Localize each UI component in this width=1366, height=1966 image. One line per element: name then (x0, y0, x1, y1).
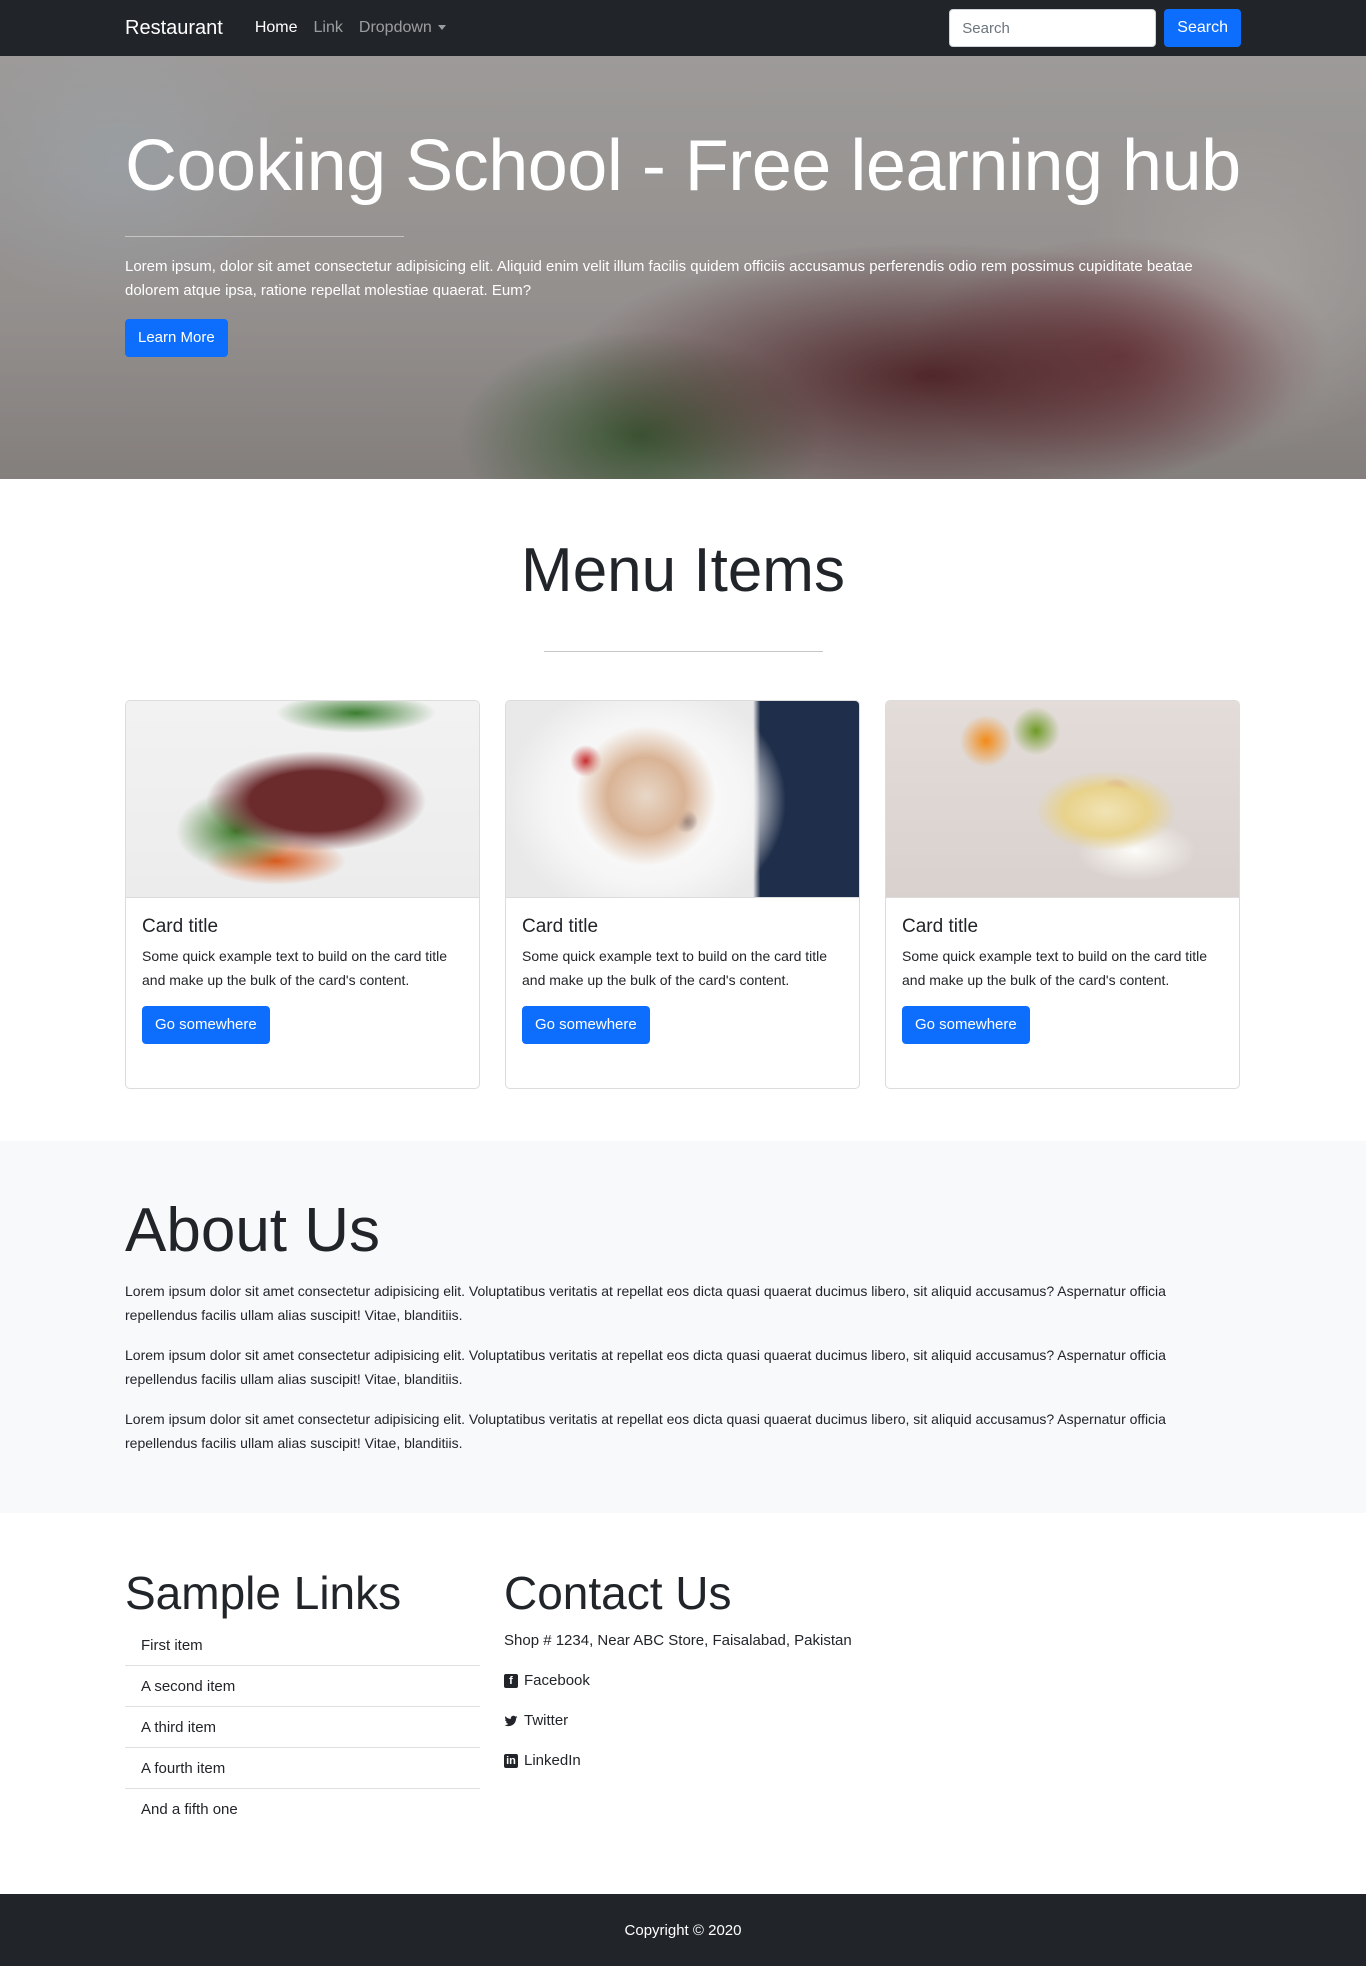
menu-card: Card title Some quick example text to bu… (885, 700, 1240, 1089)
chevron-down-icon (437, 25, 446, 31)
list-item[interactable]: A second item (125, 1666, 480, 1707)
nav-links: Home Link Dropdown (247, 19, 454, 37)
card-text: Some quick example text to build on the … (142, 948, 448, 988)
links-contact-section: Sample Links First item A second item A … (0, 1513, 1366, 1894)
facebook-link[interactable]: f Facebook (504, 1669, 859, 1693)
about-paragraph: Lorem ipsum dolor sit amet consectetur a… (125, 1411, 1166, 1451)
copyright-text: Copyright © 2020 (624, 1921, 742, 1939)
sample-links: Sample Links First item A second item A … (125, 1565, 480, 1830)
list-item[interactable]: A fourth item (125, 1748, 480, 1789)
menu-section: Menu Items Card title Some quick example… (0, 479, 1366, 1141)
go-somewhere-button[interactable]: Go somewhere (902, 1006, 1030, 1044)
nav-dropdown-label: Dropdown (358, 19, 432, 36)
nav-dropdown[interactable]: Dropdown (351, 19, 454, 37)
card-image-pancakes (506, 701, 859, 898)
card-title: Card title (142, 916, 219, 937)
card-body: Card title Some quick example text to bu… (886, 898, 1239, 1060)
twitter-link[interactable]: Twitter (504, 1709, 859, 1733)
card-body: Card title Some quick example text to bu… (506, 898, 859, 1060)
card-text: Some quick example text to build on the … (902, 948, 1208, 988)
go-somewhere-button[interactable]: Go somewhere (142, 1006, 270, 1044)
linkedin-icon: in (504, 1754, 518, 1768)
social-links: f Facebook Twitter in LinkedIn (504, 1669, 859, 1773)
hero-title: Cooking School - Free learning hub (125, 126, 1241, 206)
hero-divider (125, 236, 404, 237)
about-paragraph: Lorem ipsum dolor sit amet consectetur a… (125, 1347, 1166, 1387)
about-heading: About Us (125, 1196, 381, 1265)
twitter-icon (504, 1715, 518, 1727)
contact-heading: Contact Us (504, 1567, 732, 1619)
menu-divider (543, 651, 823, 652)
linkedin-link[interactable]: in LinkedIn (504, 1749, 859, 1773)
contact-address: Shop # 1234, Near ABC Store, Faisalabad,… (504, 1632, 852, 1649)
twitter-label: Twitter (524, 1712, 569, 1729)
about-paragraph: Lorem ipsum dolor sit amet consectetur a… (125, 1283, 1166, 1323)
search-button[interactable]: Search (1164, 9, 1241, 47)
menu-heading: Menu Items (521, 536, 845, 605)
search-input[interactable] (949, 9, 1157, 47)
facebook-icon: f (504, 1674, 518, 1688)
card-title: Card title (522, 916, 599, 937)
footer: Copyright © 2020 (0, 1894, 1366, 1966)
go-somewhere-button[interactable]: Go somewhere (522, 1006, 650, 1044)
navbar: Restaurant Home Link Dropdown Search (0, 0, 1366, 56)
nav-link-home[interactable]: Home (247, 19, 306, 37)
hero-text: Lorem ipsum, dolor sit amet consectetur … (125, 258, 1193, 299)
card-body: Card title Some quick example text to bu… (126, 898, 479, 1060)
card-image-banana-dessert (886, 701, 1239, 898)
learn-more-button[interactable]: Learn More (125, 319, 228, 357)
about-section: About Us Lorem ipsum dolor sit amet cons… (0, 1141, 1366, 1513)
menu-card: Card title Some quick example text to bu… (125, 700, 480, 1089)
list-item[interactable]: And a fifth one (125, 1789, 480, 1830)
facebook-label: Facebook (524, 1672, 590, 1689)
contact-us: Contact Us Shop # 1234, Near ABC Store, … (504, 1565, 859, 1830)
menu-card: Card title Some quick example text to bu… (505, 700, 860, 1089)
card-list: Card title Some quick example text to bu… (125, 700, 1241, 1089)
card-title: Card title (902, 916, 979, 937)
card-image-steak (126, 701, 479, 898)
list-item[interactable]: First item (125, 1625, 480, 1666)
hero-banner: Cooking School - Free learning hub Lorem… (0, 56, 1366, 479)
sample-links-heading: Sample Links (125, 1567, 402, 1619)
list-item[interactable]: A third item (125, 1707, 480, 1748)
linkedin-label: LinkedIn (524, 1752, 581, 1769)
card-text: Some quick example text to build on the … (522, 948, 828, 988)
nav-link-link[interactable]: Link (306, 19, 351, 37)
brand-logo[interactable]: Restaurant (125, 17, 223, 40)
link-list: First item A second item A third item A … (125, 1625, 480, 1830)
search-form: Search (949, 9, 1241, 47)
